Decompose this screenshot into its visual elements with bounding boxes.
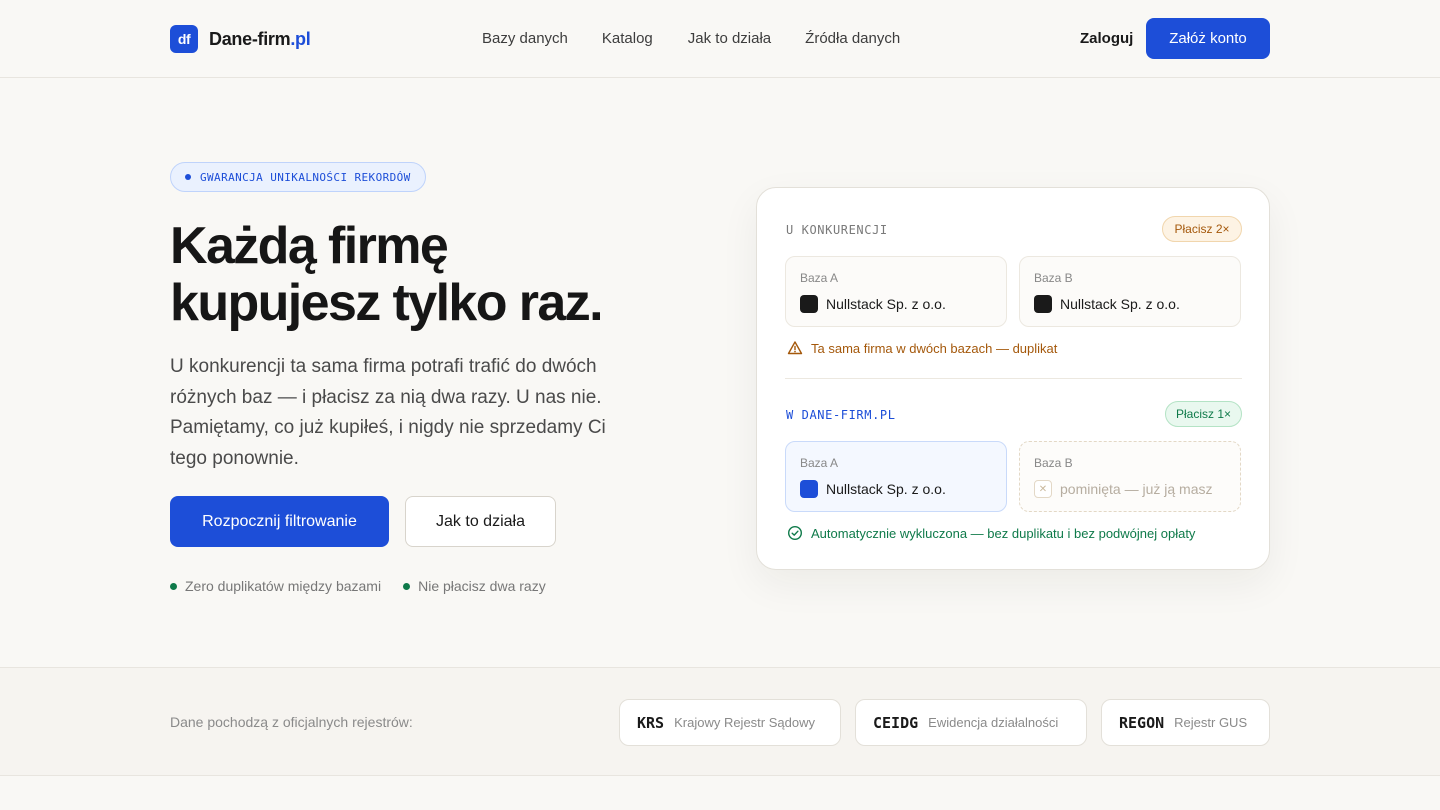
excluded-confirmation-text: Automatycznie wykluczona — bez duplikatu… <box>811 525 1196 541</box>
logo[interactable]: df Dane-firm.pl <box>170 25 311 53</box>
benefit-item: Nie płacisz dwa razy <box>403 578 546 594</box>
database-label: Baza A <box>800 456 839 470</box>
company-name: Nullstack Sp. z o.o. <box>826 481 946 497</box>
source-ceidg: CEIDG Ewidencja działalności <box>855 699 1087 746</box>
nav-link-bazy-danych[interactable]: Bazy danych <box>482 30 568 47</box>
company-name: Nullstack Sp. z o.o. <box>826 296 946 312</box>
ours-database-a: Baza A Nullstack Sp. z o.o. <box>785 441 1007 512</box>
excluded-confirmation: Automatycznie wykluczona — bez duplikatu… <box>787 525 1195 541</box>
signup-button[interactable]: Załóż konto <box>1146 18 1270 59</box>
competitor-section-label: U KONKURENCJI <box>786 223 888 237</box>
company-row: Nullstack Sp. z o.o. <box>800 480 946 498</box>
company-square-icon <box>800 480 818 498</box>
official-sources-strip: Dane pochodzą z oficjalnych rejestrów: K… <box>0 667 1440 776</box>
logo-mark: df <box>170 25 198 53</box>
main-nav: Bazy danych Katalog Jak to działa Źródła… <box>482 30 900 47</box>
badge-text: GWARANCJA UNIKALNOŚCI REKORDÓW <box>200 170 411 184</box>
database-label: Baza A <box>800 271 839 285</box>
skipped-text: pominięta — już ją masz <box>1060 481 1213 497</box>
database-label: Baza B <box>1034 271 1073 285</box>
company-row: Nullstack Sp. z o.o. <box>800 295 946 313</box>
site-header: df Dane-firm.pl Bazy danych Katalog Jak … <box>0 0 1440 78</box>
section-divider <box>785 378 1242 379</box>
comparison-card: U KONKURENCJI Płacisz 2× Baza A Nullstac… <box>756 187 1270 570</box>
company-row: ✕ pominięta — już ją masz <box>1034 480 1213 498</box>
skipped-x-icon: ✕ <box>1034 480 1052 498</box>
company-square-icon <box>800 295 818 313</box>
hero-lead: U konkurencji ta sama firma potrafi traf… <box>170 356 606 469</box>
source-code: REGON <box>1119 713 1165 732</box>
duplicate-warning-text: Ta sama firma w dwóch bazach — duplikat <box>811 340 1058 356</box>
company-name: Nullstack Sp. z o.o. <box>1060 296 1180 312</box>
competitor-database-a: Baza A Nullstack Sp. z o.o. <box>785 256 1007 327</box>
pay-twice-badge: Płacisz 2× <box>1162 216 1242 242</box>
hero-benefits: Zero duplikatów między bazami Nie płacis… <box>170 578 546 594</box>
source-name: Krajowy Rejestr Sądowy <box>674 715 815 730</box>
source-name: Ewidencja działalności <box>928 715 1059 730</box>
hero-title-line-2: kupujesz tylko raz. <box>170 274 604 332</box>
badge-dot-icon <box>185 174 191 180</box>
pay-once-badge: Płacisz 1× <box>1165 401 1242 427</box>
ours-database-b-skipped: Baza B ✕ pominięta — już ją masz <box>1019 441 1241 512</box>
logo-name: Dane-firm.pl <box>209 28 311 50</box>
start-filtering-button[interactable]: Rozpocznij filtrowanie <box>170 496 389 547</box>
benefit-item: Zero duplikatów między bazami <box>170 578 381 594</box>
warning-triangle-icon <box>787 341 803 355</box>
check-circle-icon <box>787 525 803 541</box>
company-row: Nullstack Sp. z o.o. <box>1034 295 1180 313</box>
logo-name-main: Dane-firm <box>209 28 291 49</box>
database-label: Baza B <box>1034 456 1073 470</box>
source-code: KRS <box>637 713 665 732</box>
login-link[interactable]: Zaloguj <box>1080 30 1133 47</box>
nav-link-katalog[interactable]: Katalog <box>602 30 653 47</box>
nav-link-zrodla-danych[interactable]: Źródła danych <box>805 30 900 47</box>
green-dot-icon <box>170 582 177 590</box>
duplicate-warning: Ta sama firma w dwóch bazach — duplikat <box>787 340 1057 356</box>
source-krs: KRS Krajowy Rejestr Sądowy <box>619 699 841 746</box>
source-regon: REGON Rejestr GUS <box>1101 699 1270 746</box>
source-code: CEIDG <box>873 713 919 732</box>
green-dot-icon <box>403 582 411 590</box>
nav-link-jak-to-dziala[interactable]: Jak to działa <box>688 30 771 47</box>
uniqueness-badge: GWARANCJA UNIKALNOŚCI REKORDÓW <box>170 162 426 192</box>
benefit-text: Zero duplikatów między bazami <box>185 578 382 594</box>
benefit-text: Nie płacisz dwa razy <box>418 578 546 594</box>
company-square-icon <box>1034 295 1052 313</box>
competitor-database-b: Baza B Nullstack Sp. z o.o. <box>1019 256 1241 327</box>
how-it-works-button[interactable]: Jak to działa <box>405 496 556 547</box>
logo-name-tld: .pl <box>290 28 311 49</box>
hero-title-line-1: Każdą firmę <box>170 217 449 275</box>
ours-section-label: W DANE-FIRM.PL <box>786 408 896 422</box>
source-name: Rejestr GUS <box>1174 715 1248 730</box>
hero-title: Każdą firmę kupujesz tylko raz. <box>170 218 690 332</box>
sources-label: Dane pochodzą z oficjalnych rejestrów: <box>170 714 413 730</box>
